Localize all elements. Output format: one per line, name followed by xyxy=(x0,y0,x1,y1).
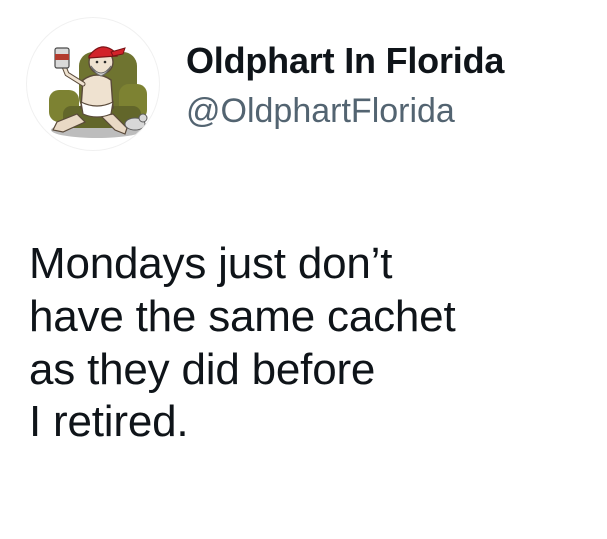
author-handle[interactable]: @OldphartFlorida xyxy=(186,92,455,131)
tweet-text-line: Mondays just don’t xyxy=(29,239,393,288)
author-avatar[interactable] xyxy=(27,18,159,150)
tweet-card: Oldphart In Florida @OldphartFlorida Mon… xyxy=(0,0,607,539)
old-man-armchair-avatar-icon xyxy=(49,46,148,138)
tweet-text-line: I retired. xyxy=(29,397,189,447)
tweet-text-line: have the same cachet xyxy=(29,291,456,341)
tweet-text: Mondays just don’t have the same cachet … xyxy=(29,238,589,449)
author-display-name[interactable]: Oldphart In Florida xyxy=(186,40,504,81)
tweet-text-line: as they did before xyxy=(29,344,376,394)
